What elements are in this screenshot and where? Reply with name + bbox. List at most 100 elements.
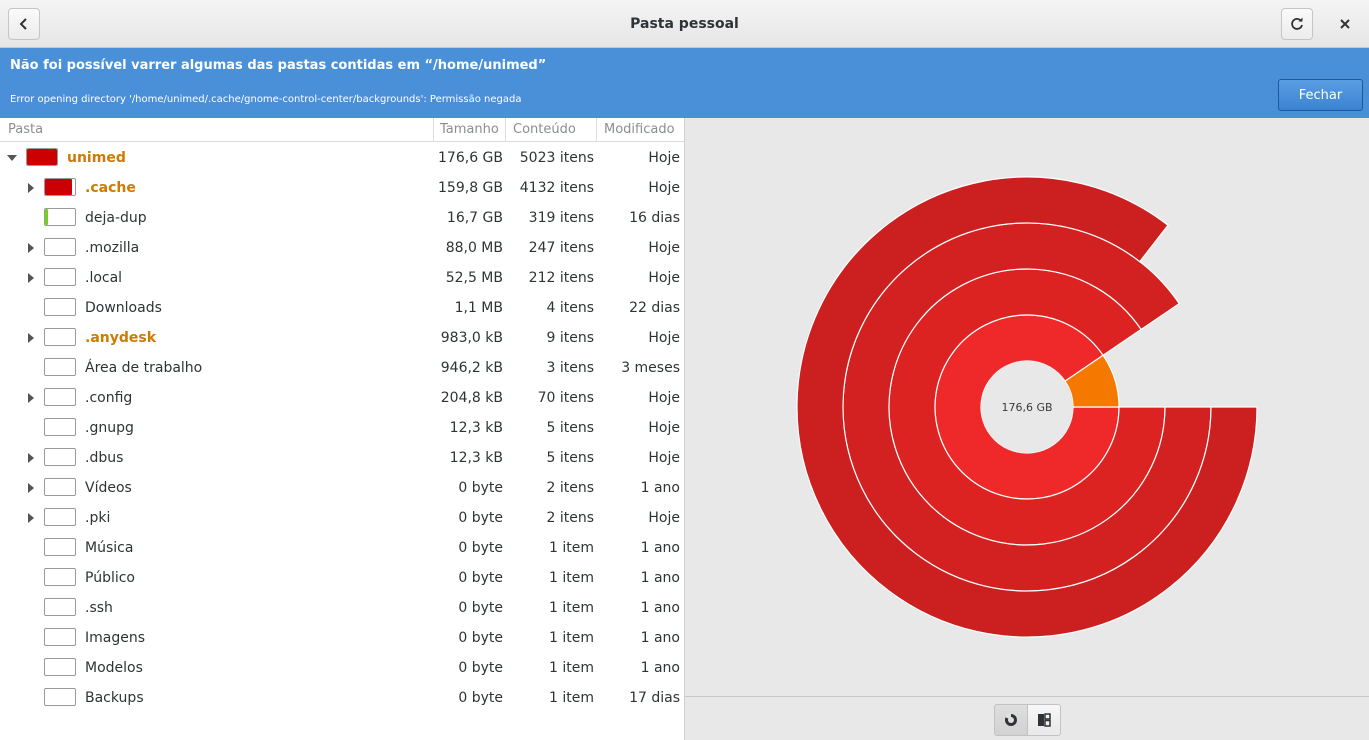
size-bar — [44, 538, 76, 556]
tree-row[interactable]: .local 52,5 MB 212 itens Hoje — [0, 263, 684, 293]
expander-closed-icon[interactable] — [28, 183, 34, 193]
tree-row[interactable]: .anydesk 983,0 kB 9 itens Hoje — [0, 323, 684, 353]
dismiss-button[interactable]: Fechar — [1278, 79, 1363, 111]
view-refresh-icon — [1291, 17, 1303, 30]
folder-contents: 2 itens — [546, 480, 594, 496]
tree-row[interactable]: .dbus 12,3 kB 5 itens Hoje — [0, 443, 684, 473]
folder-contents: 5 itens — [546, 420, 594, 436]
folder-contents: 9 itens — [546, 330, 594, 346]
ring-chart-area[interactable]: 176,6 GB — [684, 118, 1369, 696]
treemap-chart-button[interactable] — [1027, 704, 1061, 736]
tree-row[interactable]: Backups 0 byte 1 item 17 dias — [0, 683, 684, 713]
folder-size: 0 byte — [458, 600, 503, 616]
folder-name: .cache — [85, 180, 136, 196]
size-bar — [44, 238, 76, 256]
folder-contents: 4 itens — [546, 300, 594, 316]
expander-closed-icon[interactable] — [28, 393, 34, 403]
size-bar — [44, 298, 76, 316]
ring-chart-button[interactable] — [994, 704, 1028, 736]
size-bar — [44, 448, 76, 466]
folder-modified: 1 ano — [640, 540, 680, 556]
tree-row[interactable]: Público 0 byte 1 item 1 ano — [0, 563, 684, 593]
size-bar — [44, 328, 76, 346]
folder-modified: Hoje — [648, 270, 680, 286]
tree-row[interactable]: deja-dup 16,7 GB 319 itens 16 dias — [0, 203, 684, 233]
tree-row[interactable]: Música 0 byte 1 item 1 ano — [0, 533, 684, 563]
folder-name: .local — [85, 270, 123, 286]
size-bar — [26, 148, 58, 166]
header-bar: Pasta pessoal — [0, 0, 1369, 48]
size-bar-fill — [45, 209, 48, 225]
size-bar — [44, 178, 76, 196]
size-bar — [44, 598, 76, 616]
folder-contents: 1 item — [549, 660, 594, 676]
close-window-button[interactable] — [1329, 8, 1361, 40]
chart-toolbar — [684, 696, 1369, 740]
folder-contents: 1 item — [549, 570, 594, 586]
column-header-contents[interactable]: Conteúdo — [505, 118, 596, 142]
folder-size: 983,0 kB — [440, 330, 503, 346]
tree-row[interactable]: .mozilla 88,0 MB 247 itens Hoje — [0, 233, 684, 263]
folder-name: Público — [85, 570, 135, 586]
folder-contents: 1 item — [549, 690, 594, 706]
folder-modified: Hoje — [648, 390, 680, 406]
folder-modified: 1 ano — [640, 480, 680, 496]
folder-name: Música — [85, 540, 134, 556]
folder-name: .ssh — [85, 600, 113, 616]
folder-name: .mozilla — [85, 240, 140, 256]
tree-row[interactable]: .gnupg 12,3 kB 5 itens Hoje — [0, 413, 684, 443]
tree-row[interactable]: Área de trabalho 946,2 kB 3 itens 3 meses — [0, 353, 684, 383]
size-bar — [44, 388, 76, 406]
folder-contents: 5023 itens — [519, 150, 594, 166]
tree-row[interactable]: .pki 0 byte 2 itens Hoje — [0, 503, 684, 533]
expander-open-icon[interactable] — [7, 155, 17, 161]
folder-name: deja-dup — [85, 210, 147, 226]
expander-closed-icon[interactable] — [28, 513, 34, 523]
size-bar — [44, 478, 76, 496]
column-header-size[interactable]: Tamanho — [433, 118, 505, 142]
tree-row[interactable]: unimed 176,6 GB 5023 itens Hoje — [0, 143, 684, 173]
folder-size: 88,0 MB — [445, 240, 503, 256]
column-header-folder[interactable]: Pasta — [8, 118, 432, 142]
tree-row[interactable]: .ssh 0 byte 1 item 1 ano — [0, 593, 684, 623]
folder-name: Downloads — [85, 300, 162, 316]
folder-modified: Hoje — [648, 450, 680, 466]
folder-size: 176,6 GB — [438, 150, 503, 166]
folder-name: Backups — [85, 690, 144, 706]
column-header-modified[interactable]: Modificado — [596, 118, 684, 142]
folder-size: 1,1 MB — [454, 300, 503, 316]
folder-contents: 70 itens — [537, 390, 594, 406]
expander-closed-icon[interactable] — [28, 243, 34, 253]
folder-modified: Hoje — [648, 240, 680, 256]
folder-contents: 1 item — [549, 540, 594, 556]
folder-size: 12,3 kB — [449, 450, 503, 466]
expander-closed-icon[interactable] — [28, 453, 34, 463]
tree-row[interactable]: Modelos 0 byte 1 item 1 ano — [0, 653, 684, 683]
folder-contents: 3 itens — [546, 360, 594, 376]
size-bar — [44, 628, 76, 646]
folder-size: 0 byte — [458, 570, 503, 586]
expander-closed-icon[interactable] — [28, 483, 34, 493]
tree-row[interactable]: Imagens 0 byte 1 item 1 ano — [0, 623, 684, 653]
folder-size: 16,7 GB — [446, 210, 503, 226]
expander-closed-icon[interactable] — [28, 333, 34, 343]
expander-closed-icon[interactable] — [28, 273, 34, 283]
tree-row[interactable]: .cache 159,8 GB 4132 itens Hoje — [0, 173, 684, 203]
folder-tree[interactable]: Pasta Tamanho Conteúdo Modificado unimed… — [0, 118, 684, 740]
folder-modified: 17 dias — [629, 690, 680, 706]
folder-name: .config — [85, 390, 133, 406]
ring-chart-icon — [1005, 713, 1017, 726]
folder-contents: 247 itens — [528, 240, 594, 256]
folder-modified: Hoje — [648, 510, 680, 526]
folder-modified: Hoje — [648, 150, 680, 166]
tree-row[interactable]: Downloads 1,1 MB 4 itens 22 dias — [0, 293, 684, 323]
tree-row[interactable]: Vídeos 0 byte 2 itens 1 ano — [0, 473, 684, 503]
folder-modified: 1 ano — [640, 570, 680, 586]
reload-button[interactable] — [1281, 8, 1313, 40]
folder-contents: 2 itens — [546, 510, 594, 526]
folder-size: 0 byte — [458, 480, 503, 496]
folder-name: .gnupg — [85, 420, 134, 436]
ring-chart[interactable]: 176,6 GB — [685, 118, 1369, 696]
folder-contents: 1 item — [549, 600, 594, 616]
tree-row[interactable]: .config 204,8 kB 70 itens Hoje — [0, 383, 684, 413]
